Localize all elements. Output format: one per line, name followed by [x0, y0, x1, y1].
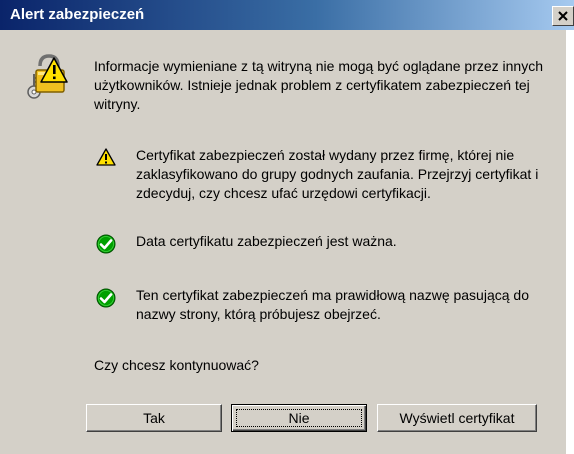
window-right-edge	[566, 30, 574, 454]
date-valid-message: Data certyfikatu zabezpieczeń jest ważna…	[136, 233, 397, 249]
view-certificate-button[interactable]: Wyświetl certyfikat	[377, 404, 537, 432]
close-icon	[558, 11, 568, 21]
yes-button-label: Tak	[143, 410, 165, 426]
close-button[interactable]	[552, 6, 574, 26]
yes-button[interactable]: Tak	[86, 404, 222, 432]
view-certificate-button-label: Wyświetl certyfikat	[399, 410, 515, 426]
no-button[interactable]: Nie	[231, 404, 367, 432]
dialog-title: Alert zabezpieczeń	[10, 6, 145, 23]
check-circle-icon	[96, 288, 116, 308]
continue-question: Czy chcesz kontynuować?	[94, 357, 259, 373]
name-valid-message: Ten certyfikat zabezpieczeń ma prawidłow…	[136, 287, 529, 322]
no-button-label: Nie	[288, 410, 310, 426]
warning-triangle-icon	[96, 148, 116, 166]
padlock-warning-icon	[27, 54, 68, 99]
title-bar[interactable]: Alert zabezpieczeń	[0, 0, 574, 30]
security-alert-dialog: Alert zabezpieczeń Informacje wymieniane…	[0, 0, 574, 454]
intro-message: Informacje wymieniane z tą witryną nie m…	[94, 58, 544, 112]
check-circle-icon	[96, 234, 116, 254]
dialog-body: Informacje wymieniane z tą witryną nie m…	[0, 30, 574, 454]
warning-message: Certyfikat zabezpieczeń został wydany pr…	[136, 147, 539, 201]
